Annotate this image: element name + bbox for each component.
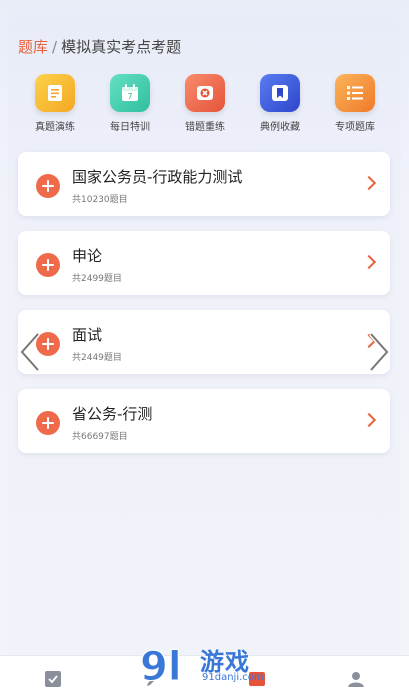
breadcrumb: 题库 / 模拟真实考点考题 — [18, 36, 181, 57]
next-arrow-icon[interactable] — [367, 332, 391, 372]
question-count: 共2499题目 — [72, 274, 122, 284]
question-bank-card[interactable]: 国家公务员-行政能力测试 共10230题目 — [18, 152, 390, 216]
quick-action-label: 专项题库 — [335, 122, 375, 133]
question-bank-card[interactable]: 省公务-行测 共66697题目 — [18, 389, 390, 453]
tab-profile[interactable] — [347, 670, 365, 688]
question-bank-title: 申论 — [72, 247, 103, 265]
checklist-icon — [45, 671, 61, 687]
previous-arrow-icon[interactable] — [18, 332, 42, 372]
site-watermark: 9l 游戏 91danji.com — [138, 640, 278, 691]
error-x-icon — [185, 74, 225, 112]
watermark-logo-icon: 9l — [140, 644, 183, 691]
document-icon — [35, 74, 75, 112]
quick-action-label: 错题重练 — [185, 122, 225, 133]
quick-action-special-bank[interactable]: 专项题库 — [320, 74, 390, 133]
watermark-url: 91danji.com — [202, 672, 264, 683]
quick-action-real-exam[interactable]: 真题演练 — [20, 74, 90, 133]
question-count: 共10230题目 — [72, 195, 128, 205]
list-icon — [335, 74, 375, 112]
user-icon — [348, 672, 364, 687]
app-screen: 题库 / 模拟真实考点考题 真题演练 7 每日特训 错题重练 典例收藏 专项题库… — [8, 10, 401, 693]
quick-action-favorites[interactable]: 典例收藏 — [245, 74, 315, 133]
quick-action-daily-training[interactable]: 7 每日特训 — [95, 74, 165, 133]
plus-icon[interactable] — [36, 253, 60, 277]
breadcrumb-separator: / — [52, 38, 58, 56]
plus-icon[interactable] — [36, 411, 60, 435]
quick-action-label: 真题演练 — [35, 122, 75, 133]
svg-text:7: 7 — [127, 92, 132, 101]
question-bank-title: 国家公务员-行政能力测试 — [72, 168, 243, 186]
calendar-icon: 7 — [110, 74, 150, 112]
svg-text:9l: 9l — [140, 644, 182, 690]
question-bank-card[interactable]: 面试 共2449题目 — [18, 310, 390, 374]
tab-question-bank[interactable] — [44, 670, 62, 688]
question-bank-card[interactable]: 申论 共2499题目 — [18, 231, 390, 295]
breadcrumb-root-link[interactable]: 题库 — [18, 38, 48, 56]
quick-actions: 真题演练 7 每日特训 错题重练 典例收藏 专项题库 — [8, 74, 401, 144]
chevron-right-icon — [361, 175, 377, 191]
chevron-right-icon — [361, 412, 377, 428]
quick-action-label: 每日特训 — [110, 122, 150, 133]
question-bank-title: 省公务-行测 — [72, 405, 153, 423]
question-bank-title: 面试 — [72, 326, 103, 344]
plus-icon[interactable] — [36, 174, 60, 198]
quick-action-label: 典例收藏 — [260, 122, 300, 133]
quick-action-mistake-review[interactable]: 错题重练 — [170, 74, 240, 133]
bookmark-icon — [260, 74, 300, 112]
chevron-right-icon — [361, 254, 377, 270]
question-count: 共2449题目 — [72, 353, 122, 363]
question-count: 共66697题目 — [72, 432, 128, 442]
page-title: 模拟真实考点考题 — [61, 38, 182, 56]
